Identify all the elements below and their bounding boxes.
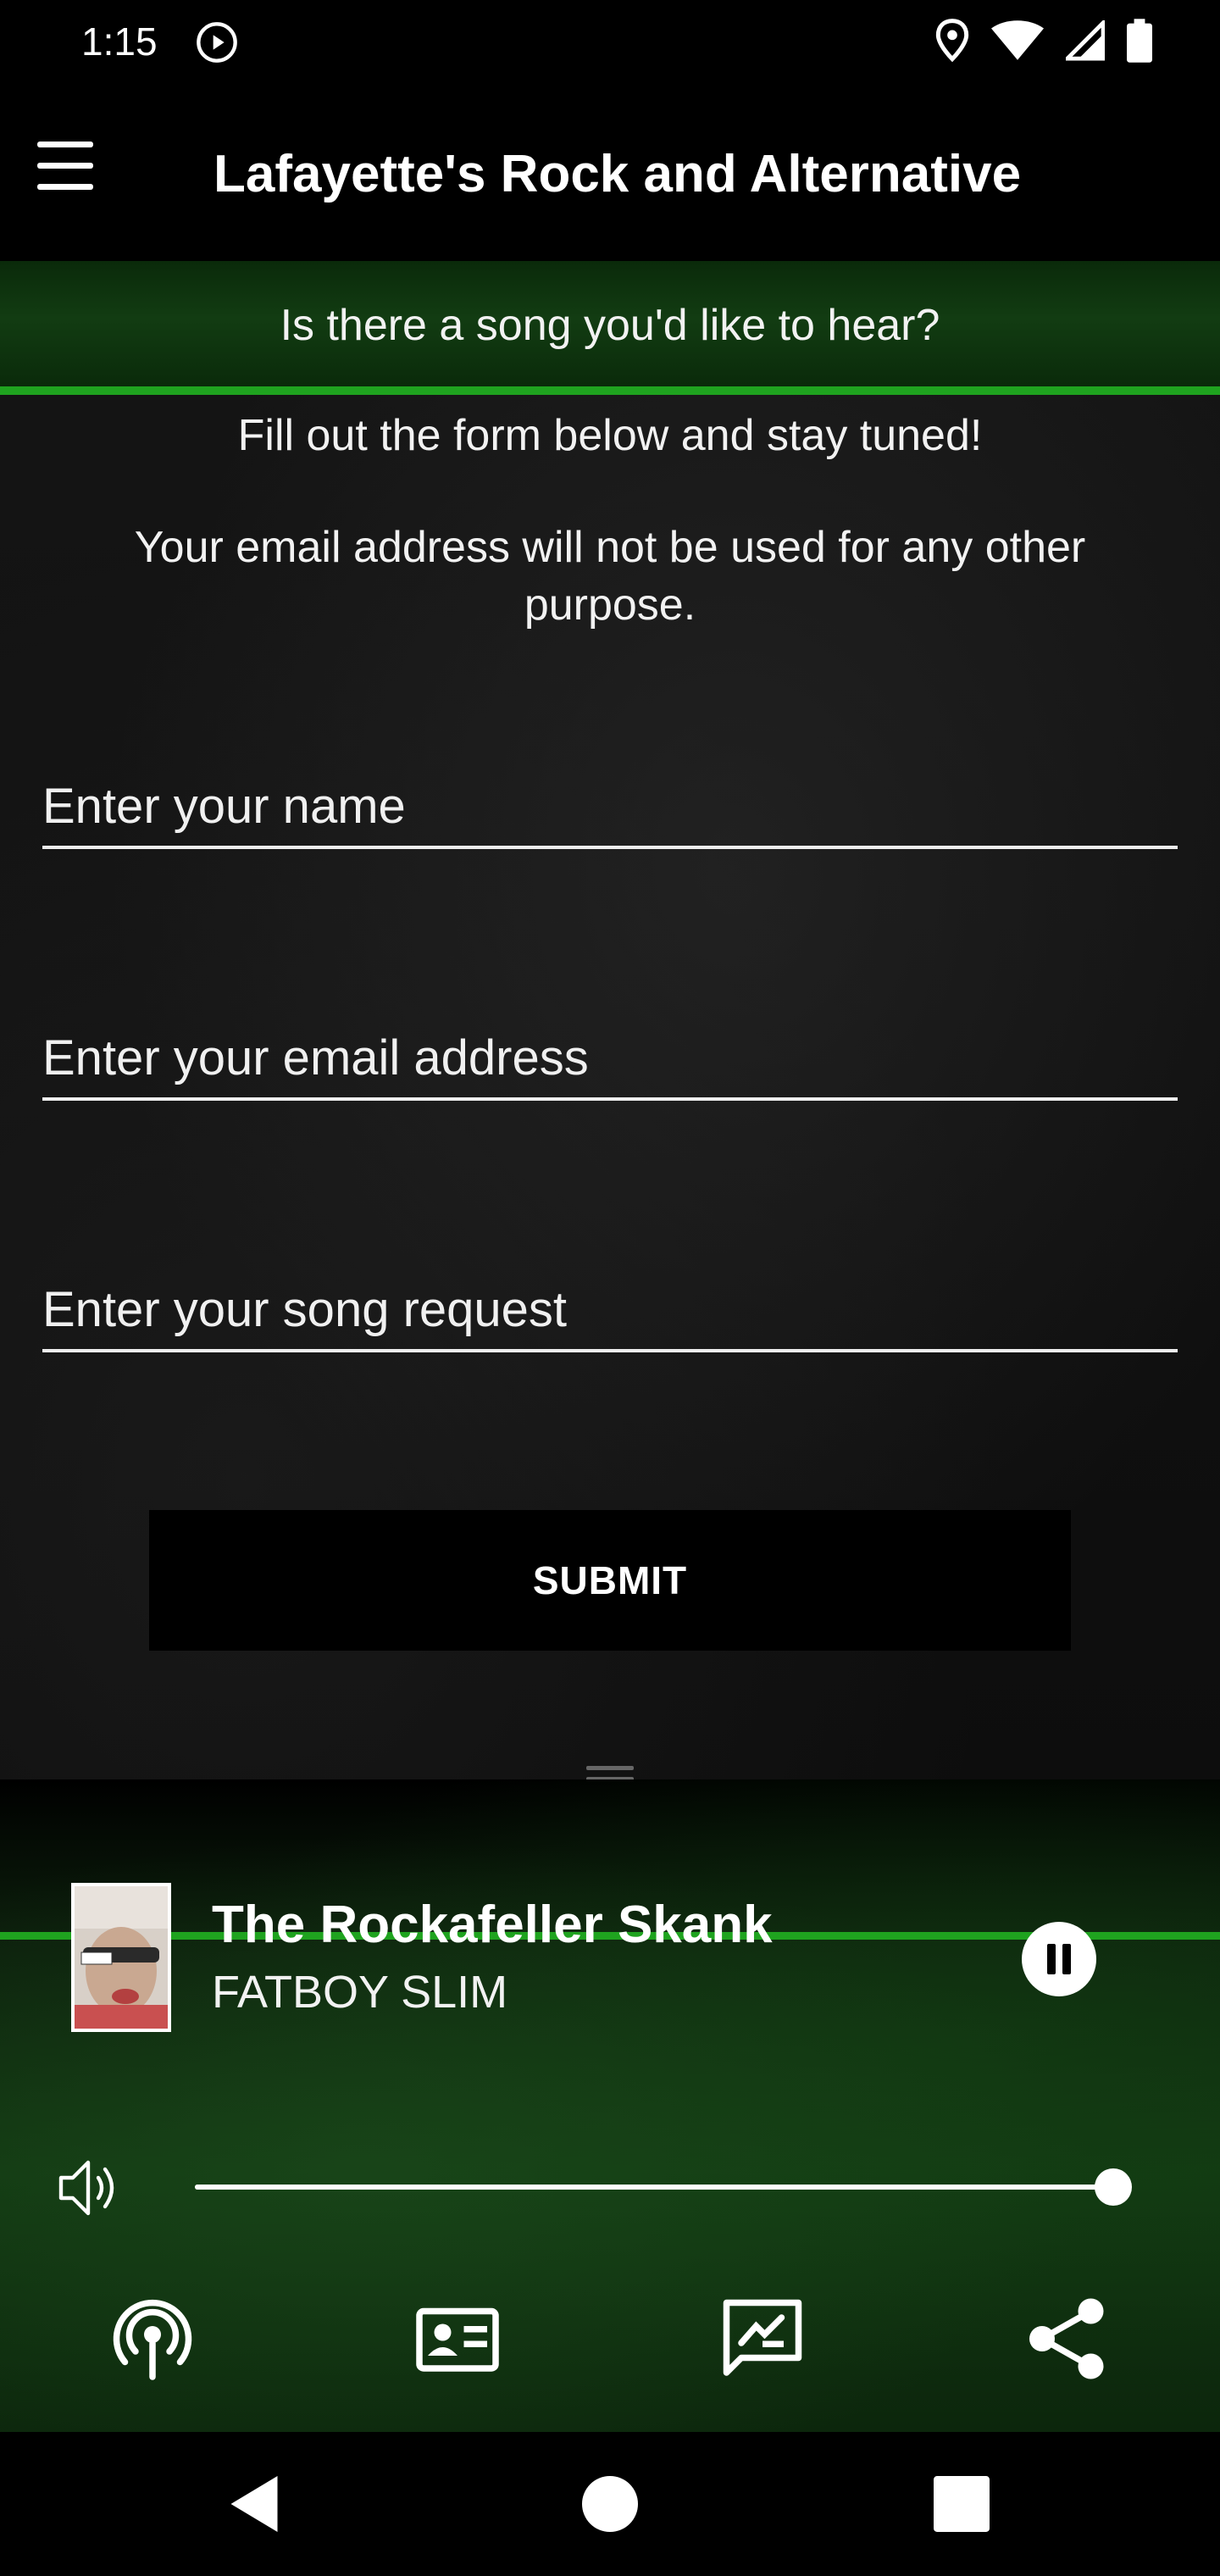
app-bar: Lafayette's Rock and Alternative bbox=[0, 88, 1220, 261]
volume-slider-fill bbox=[195, 2185, 1113, 2190]
song-request-field bbox=[42, 1273, 1178, 1352]
header-divider bbox=[0, 386, 1220, 395]
feedback-icon[interactable] bbox=[720, 2296, 805, 2381]
hamburger-menu-icon[interactable] bbox=[34, 135, 98, 199]
location-icon bbox=[935, 19, 969, 63]
form-prompt: Is there a song you'd like to hear? bbox=[280, 301, 940, 350]
volume-slider-thumb[interactable] bbox=[1095, 2168, 1132, 2206]
email-field bbox=[42, 1021, 1178, 1101]
status-time: 1:15 bbox=[81, 19, 158, 64]
song-request-input[interactable] bbox=[42, 1273, 1178, 1346]
track-artist: FATBOY SLIM bbox=[212, 1967, 508, 2018]
name-field bbox=[42, 769, 1178, 849]
battery-icon bbox=[1127, 19, 1152, 63]
pause-button[interactable] bbox=[1022, 1922, 1096, 1996]
status-bar: 1:15 bbox=[0, 0, 1220, 88]
name-input[interactable] bbox=[42, 769, 1178, 842]
volume-slider[interactable] bbox=[195, 2168, 1132, 2206]
contact-card-icon[interactable] bbox=[415, 2296, 500, 2381]
form-instruction: Fill out the form below and stay tuned! bbox=[237, 411, 983, 460]
cell-signal-icon bbox=[1066, 20, 1105, 61]
email-input[interactable] bbox=[42, 1021, 1178, 1094]
wifi-icon bbox=[991, 20, 1044, 60]
play-circle-icon bbox=[197, 22, 237, 63]
recents-icon[interactable] bbox=[915, 2457, 1008, 2551]
album-art bbox=[71, 1883, 171, 2032]
back-icon[interactable] bbox=[208, 2457, 301, 2551]
bottom-action-bar bbox=[0, 2296, 1220, 2415]
podcast-icon[interactable] bbox=[110, 2296, 195, 2381]
volume-icon[interactable] bbox=[58, 2157, 122, 2218]
song-request-form: Is there a song you'd like to hear? Fill… bbox=[0, 261, 1220, 1781]
status-left-icons bbox=[195, 20, 239, 69]
track-title: The Rockafeller Skank bbox=[212, 1896, 773, 1954]
status-right-icons bbox=[935, 19, 1152, 63]
submit-button[interactable]: SUBMIT bbox=[149, 1510, 1071, 1651]
home-icon[interactable] bbox=[563, 2457, 657, 2551]
share-icon[interactable] bbox=[1025, 2296, 1110, 2381]
system-nav-bar bbox=[0, 2432, 1220, 2576]
app-title: Lafayette's Rock and Alternative bbox=[214, 145, 1022, 203]
now-playing-panel: The Rockafeller Skank FATBOY SLIM bbox=[0, 1779, 1220, 2432]
privacy-note: Your email address will not be used for … bbox=[134, 523, 1086, 630]
